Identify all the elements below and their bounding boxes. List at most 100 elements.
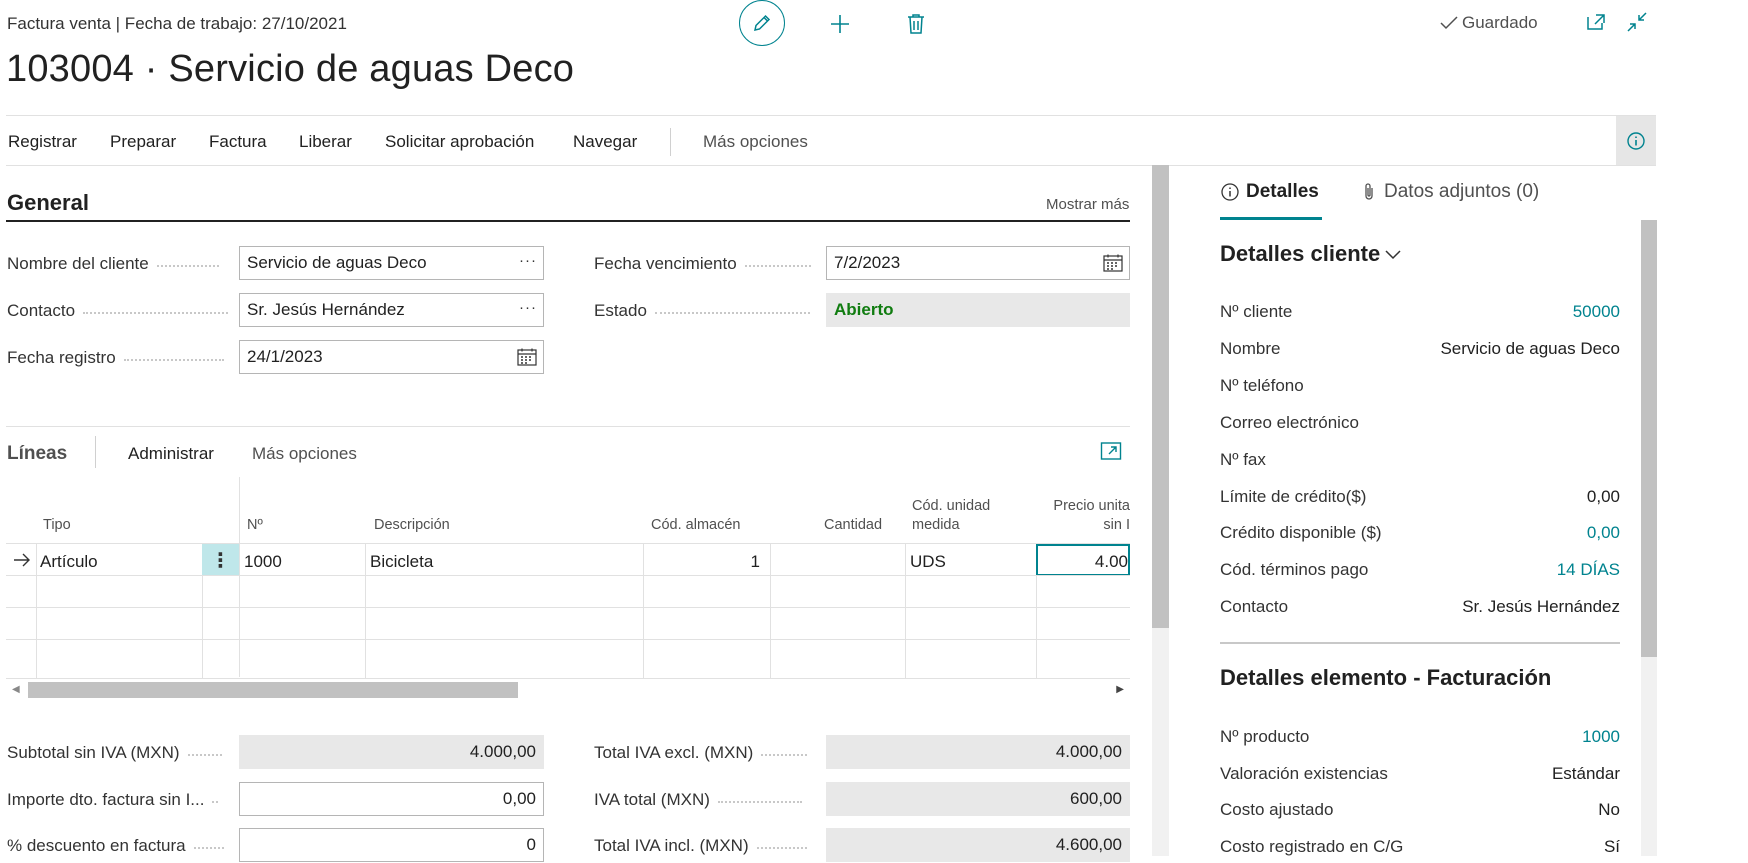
- total-vat-label-text: IVA total (MXN): [594, 790, 710, 809]
- calendar-icon[interactable]: [517, 348, 537, 366]
- lines-separator: [95, 436, 96, 468]
- row-actions-menu-button[interactable]: ⋮: [202, 544, 239, 576]
- invoice-discount-amount-value: 0,00: [502, 789, 536, 808]
- column-header-type[interactable]: Tipo: [43, 516, 71, 535]
- action-registrar[interactable]: Registrar: [8, 132, 77, 152]
- factbox-toggle-button[interactable]: [1616, 116, 1656, 165]
- factbox-row-label: Cód. términos pago: [1220, 560, 1369, 579]
- cell-divider: [36, 608, 37, 640]
- scrollbar-thumb[interactable]: [28, 682, 518, 698]
- lines-manage-button[interactable]: Administrar: [128, 444, 214, 464]
- action-factura[interactable]: Factura: [209, 132, 267, 152]
- table-row[interactable]: [6, 639, 1130, 679]
- dotted-leader: [193, 847, 224, 849]
- total-excl-vat-label-text: Total IVA excl. (MXN): [594, 743, 754, 762]
- lines-horizontal-scrollbar[interactable]: ◀ ▶: [6, 680, 1130, 700]
- dotted-leader: [83, 312, 229, 314]
- customer-details-section-title[interactable]: Detalles cliente: [1220, 241, 1402, 267]
- posting-date-label: Fecha registro: [7, 348, 224, 368]
- dotted-leader: [212, 801, 219, 803]
- expand-icon: [1100, 442, 1122, 460]
- factbox-active-tab-indicator: [1220, 217, 1322, 220]
- saved-status-label: Guardado: [1462, 13, 1538, 32]
- cell-no[interactable]: 1000: [244, 552, 282, 572]
- lookup-ellipsis-icon[interactable]: ···: [519, 299, 537, 316]
- column-header-quantity[interactable]: Cantidad: [824, 516, 882, 535]
- factbox-tab-attachments[interactable]: Datos adjuntos (0): [1362, 181, 1539, 203]
- factbox-row-label: Correo electrónico: [1220, 413, 1359, 432]
- main-vertical-scrollbar[interactable]: [1152, 165, 1169, 856]
- new-button[interactable]: [826, 10, 854, 38]
- invoice-discount-amount-field[interactable]: 0,00: [239, 782, 544, 816]
- add-icon: [831, 15, 849, 33]
- invoice-discount-pct-field[interactable]: 0: [239, 828, 544, 862]
- cell-divider: [202, 576, 203, 608]
- table-row[interactable]: [6, 575, 1130, 608]
- factbox-row-label: Nombre: [1220, 339, 1281, 358]
- cell-type[interactable]: Artículo: [40, 552, 98, 572]
- factbox-vertical-scrollbar[interactable]: [1641, 220, 1657, 856]
- general-section-title[interactable]: General: [7, 190, 89, 216]
- factbox-row-label: Nº producto: [1220, 727, 1310, 746]
- action-solicitar-aprobacion[interactable]: Solicitar aprobación: [385, 132, 534, 152]
- action-navegar[interactable]: Navegar: [573, 132, 637, 152]
- delete-button[interactable]: [902, 10, 930, 38]
- factbox-row-label: Contacto: [1220, 597, 1289, 616]
- column-header-uom[interactable]: Cód. unidad medida: [912, 497, 1007, 535]
- lines-expand-button[interactable]: [1100, 441, 1122, 461]
- lookup-ellipsis-icon[interactable]: ···: [519, 252, 537, 269]
- total-incl-vat-label: Total IVA incl. (MXN): [594, 836, 807, 856]
- item-details-section-title[interactable]: Detalles elemento - Facturación: [1220, 665, 1551, 691]
- column-header-price[interactable]: Precio unita sin I: [1046, 497, 1130, 535]
- customer-name-field[interactable]: Servicio de aguas Deco ···: [239, 246, 544, 280]
- scroll-left-arrow-icon[interactable]: ◀: [12, 684, 20, 695]
- cell-quantity[interactable]: 1: [751, 552, 760, 572]
- available-credit-link[interactable]: 0,00: [1587, 523, 1620, 543]
- lines-section-title[interactable]: Líneas: [7, 443, 67, 465]
- factbox-row-value: Sí: [1603, 837, 1620, 856]
- factbox-tab-attachments-label: Datos adjuntos (0): [1384, 181, 1540, 202]
- calendar-icon[interactable]: [1103, 254, 1123, 272]
- due-date-label-text: Fecha vencimiento: [594, 254, 737, 273]
- action-more-options[interactable]: Más opciones: [703, 132, 808, 152]
- posting-date-field[interactable]: 24/1/2023: [239, 340, 544, 374]
- column-header-no[interactable]: Nº: [247, 516, 263, 535]
- item-no-link[interactable]: 1000: [1582, 727, 1620, 747]
- due-date-field[interactable]: 7/2/2023: [826, 246, 1130, 280]
- payment-terms-link[interactable]: 14 DÍAS: [1557, 560, 1620, 580]
- factbox-tab-details[interactable]: Detalles: [1220, 181, 1319, 203]
- lines-section-rule: [6, 426, 1130, 427]
- table-row[interactable]: [6, 607, 1130, 640]
- factbox-row: Crédito disponible ($) 0,00: [1220, 519, 1620, 549]
- factbox-row-value: No: [1598, 800, 1620, 819]
- total-excl-vat-label: Total IVA excl. (MXN): [594, 743, 808, 763]
- contact-field[interactable]: Sr. Jesús Hernández ···: [239, 293, 544, 327]
- cell-description[interactable]: Bicicleta: [370, 552, 433, 572]
- scroll-right-arrow-icon[interactable]: ▶: [1116, 684, 1124, 695]
- cell-price-input[interactable]: 4.00: [1036, 544, 1130, 576]
- cell-divider: [1036, 576, 1037, 608]
- action-liberar[interactable]: Liberar: [299, 132, 352, 152]
- lines-more-options-button[interactable]: Más opciones: [252, 444, 357, 464]
- contact-label: Contacto: [7, 301, 229, 321]
- edit-button[interactable]: [739, 0, 785, 46]
- customer-no-link[interactable]: 50000: [1573, 302, 1620, 322]
- show-more-link[interactable]: Mostrar más: [1046, 196, 1129, 213]
- total-vat-field: 600,00: [826, 782, 1130, 816]
- action-bar: Registrar Preparar Factura Liberar Solic…: [6, 115, 1656, 166]
- cell-divider: [365, 608, 366, 640]
- collapse-button[interactable]: [1625, 10, 1649, 34]
- cell-uom[interactable]: UDS: [910, 552, 946, 572]
- column-header-location[interactable]: Cód. almacén: [651, 516, 740, 535]
- dotted-leader: [756, 847, 807, 849]
- scrollbar-thumb[interactable]: [1152, 165, 1169, 628]
- table-row[interactable]: Artículo ⋮ 1000 Bicicleta 1 UDS 4.00: [6, 543, 1130, 576]
- contact-label-text: Contacto: [7, 301, 76, 320]
- action-preparar[interactable]: Preparar: [110, 132, 176, 152]
- delete-icon: [908, 14, 924, 34]
- column-header-description[interactable]: Descripción: [374, 516, 450, 535]
- cell-divider: [770, 576, 771, 608]
- open-new-window-button[interactable]: [1584, 10, 1608, 34]
- scrollbar-thumb[interactable]: [1641, 220, 1657, 657]
- cell-divider: [365, 576, 366, 608]
